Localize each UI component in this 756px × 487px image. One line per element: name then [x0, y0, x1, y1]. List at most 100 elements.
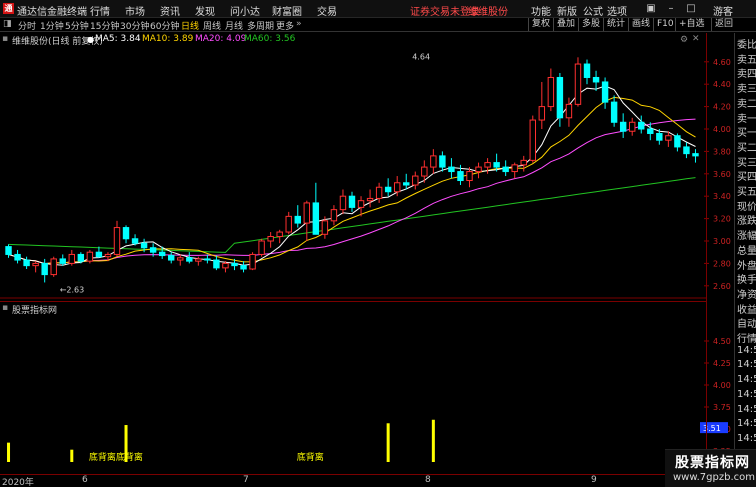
ma5-dot-icon: ●: [87, 35, 94, 44]
ma60-line: [8, 177, 696, 253]
tool-multi-stock[interactable]: 多股: [578, 18, 603, 31]
ma60-label: MA60: 3.56: [244, 34, 296, 44]
tool-adjust[interactable]: 复权: [528, 18, 553, 31]
price-tick-label: 3.20: [713, 215, 731, 224]
candle-body: [511, 164, 518, 173]
indicator-tick-label: 4.25: [713, 359, 731, 368]
candle: [339, 189, 347, 215]
menu-trade[interactable]: 交易: [317, 3, 337, 18]
price-tick-label: 3.40: [713, 192, 731, 201]
menu-quotes[interactable]: 行情: [90, 3, 110, 18]
menu-new-version[interactable]: 新版: [557, 3, 577, 18]
period-more[interactable]: 更多: [276, 19, 294, 32]
candle: [628, 117, 636, 136]
menu-formula[interactable]: 公式: [583, 3, 603, 18]
side-panel-label: 涨跌: [737, 216, 756, 228]
menu-functions[interactable]: 功能: [531, 3, 551, 18]
tool-back[interactable]: 返回: [711, 18, 736, 31]
candle: [303, 200, 311, 241]
price-tick-label: 2.60: [713, 282, 731, 291]
skin-icon[interactable]: ▣: [640, 1, 662, 17]
signal-bar: [431, 419, 435, 462]
panel-close-icon[interactable]: ✕: [692, 34, 700, 44]
guest-account[interactable]: 游客: [713, 3, 733, 18]
menu-options[interactable]: 选项: [607, 3, 627, 18]
candle: [448, 158, 455, 179]
candle-body: [276, 231, 283, 238]
indicator-chart[interactable]: 4.504.254.003.753.503.253.003.51底背离底背离底背…: [0, 301, 756, 474]
side-panel-label: 委比: [737, 40, 756, 51]
chevron-right-icon[interactable]: »: [296, 19, 302, 29]
candle-body: [95, 251, 103, 258]
app-logo: 通: [3, 3, 14, 14]
candle-body: [592, 76, 600, 83]
price-tick-label: 3.00: [713, 237, 731, 246]
price-tick-label: 4.00: [713, 125, 731, 134]
menu-market[interactable]: 市场: [125, 3, 145, 18]
price-annotation: 4.64: [412, 52, 430, 61]
side-panel-label: 卖五: [737, 54, 756, 66]
tool-draw[interactable]: 画线: [628, 18, 653, 31]
candle-body: [565, 103, 573, 119]
indicator-name: 股票指标网: [12, 306, 58, 316]
signal-bar: [70, 449, 74, 462]
period-weekly[interactable]: 周线: [203, 19, 221, 32]
candle-body: [86, 251, 94, 262]
period-1min[interactable]: 1分钟: [40, 19, 64, 32]
tool-stats[interactable]: 统计: [603, 18, 628, 31]
period-30min[interactable]: 30分钟: [120, 19, 149, 32]
tool-f10[interactable]: F10: [653, 18, 677, 31]
tool-add-watchlist[interactable]: +自选: [675, 18, 708, 31]
menu-news[interactable]: 资讯: [160, 3, 180, 18]
maximize-icon[interactable]: □: [680, 1, 702, 17]
candle-body: [583, 63, 591, 78]
candle-body: [547, 76, 555, 108]
menu-discover[interactable]: 发现: [195, 3, 215, 18]
candle: [547, 68, 555, 112]
period-5min[interactable]: 5分钟: [65, 19, 89, 32]
candle: [5, 244, 12, 258]
ma5-line: [8, 85, 696, 266]
candle-body: [158, 251, 166, 257]
candle-body: [186, 257, 193, 262]
candle-body: [520, 159, 527, 166]
candle: [574, 57, 582, 107]
tool-overlay[interactable]: 叠加: [553, 18, 578, 31]
side-panel-label: 现价: [737, 201, 756, 213]
candle-body: [692, 153, 699, 157]
quote-side-panel[interactable]: 委比 卖五 卖四 卖三 卖二 卖一 买一 买二 买三 买四 买五 现价 涨跌 涨幅 总量 外盘 换手 净资 收益 自动…: [734, 33, 756, 473]
menu-assistant[interactable]: 问小达: [230, 3, 260, 18]
toolbar-toggle-icon[interactable]: ◨: [3, 19, 12, 29]
candle-body: [610, 101, 618, 123]
side-panel-label: 14:5: [737, 374, 756, 386]
candle-body: [375, 186, 383, 199]
period-multi[interactable]: 多周期: [247, 19, 274, 32]
period-monthly[interactable]: 月线: [225, 19, 243, 32]
period-60min[interactable]: 60分钟: [150, 19, 179, 32]
price-chart[interactable]: 4.60 4.40 4.20 4.00 3.80 3.60 3.40 3.20 3.00 2.80…: [0, 33, 756, 299]
side-panel-label: 卖二: [737, 98, 756, 110]
candle: [439, 151, 446, 172]
side-panel-label: 14:5: [737, 359, 756, 371]
candle: [692, 149, 699, 163]
candle-body: [312, 202, 320, 235]
window-controls: ▣ – □: [640, 1, 756, 17]
candle-body: [213, 259, 220, 269]
period-intraday[interactable]: 分时: [18, 19, 36, 32]
candle-body: [366, 197, 374, 202]
current-stock-name[interactable]: 维维股份: [468, 3, 508, 18]
candle-body: [339, 195, 347, 211]
candle: [59, 254, 66, 266]
candle-body: [222, 262, 229, 269]
candle-body: [656, 132, 663, 141]
period-daily[interactable]: 日线: [181, 19, 199, 32]
menu-wealth[interactable]: 财富圈: [272, 3, 302, 18]
candle: [122, 225, 130, 244]
panel-settings-icon[interactable]: ⚙: [680, 35, 688, 45]
period-15min[interactable]: 15分钟: [90, 19, 119, 32]
candle-body: [601, 81, 609, 103]
price-tick-label: 4.60: [713, 58, 731, 67]
minimize-icon[interactable]: –: [660, 1, 682, 17]
candle: [412, 171, 419, 190]
candle-body: [475, 166, 482, 173]
